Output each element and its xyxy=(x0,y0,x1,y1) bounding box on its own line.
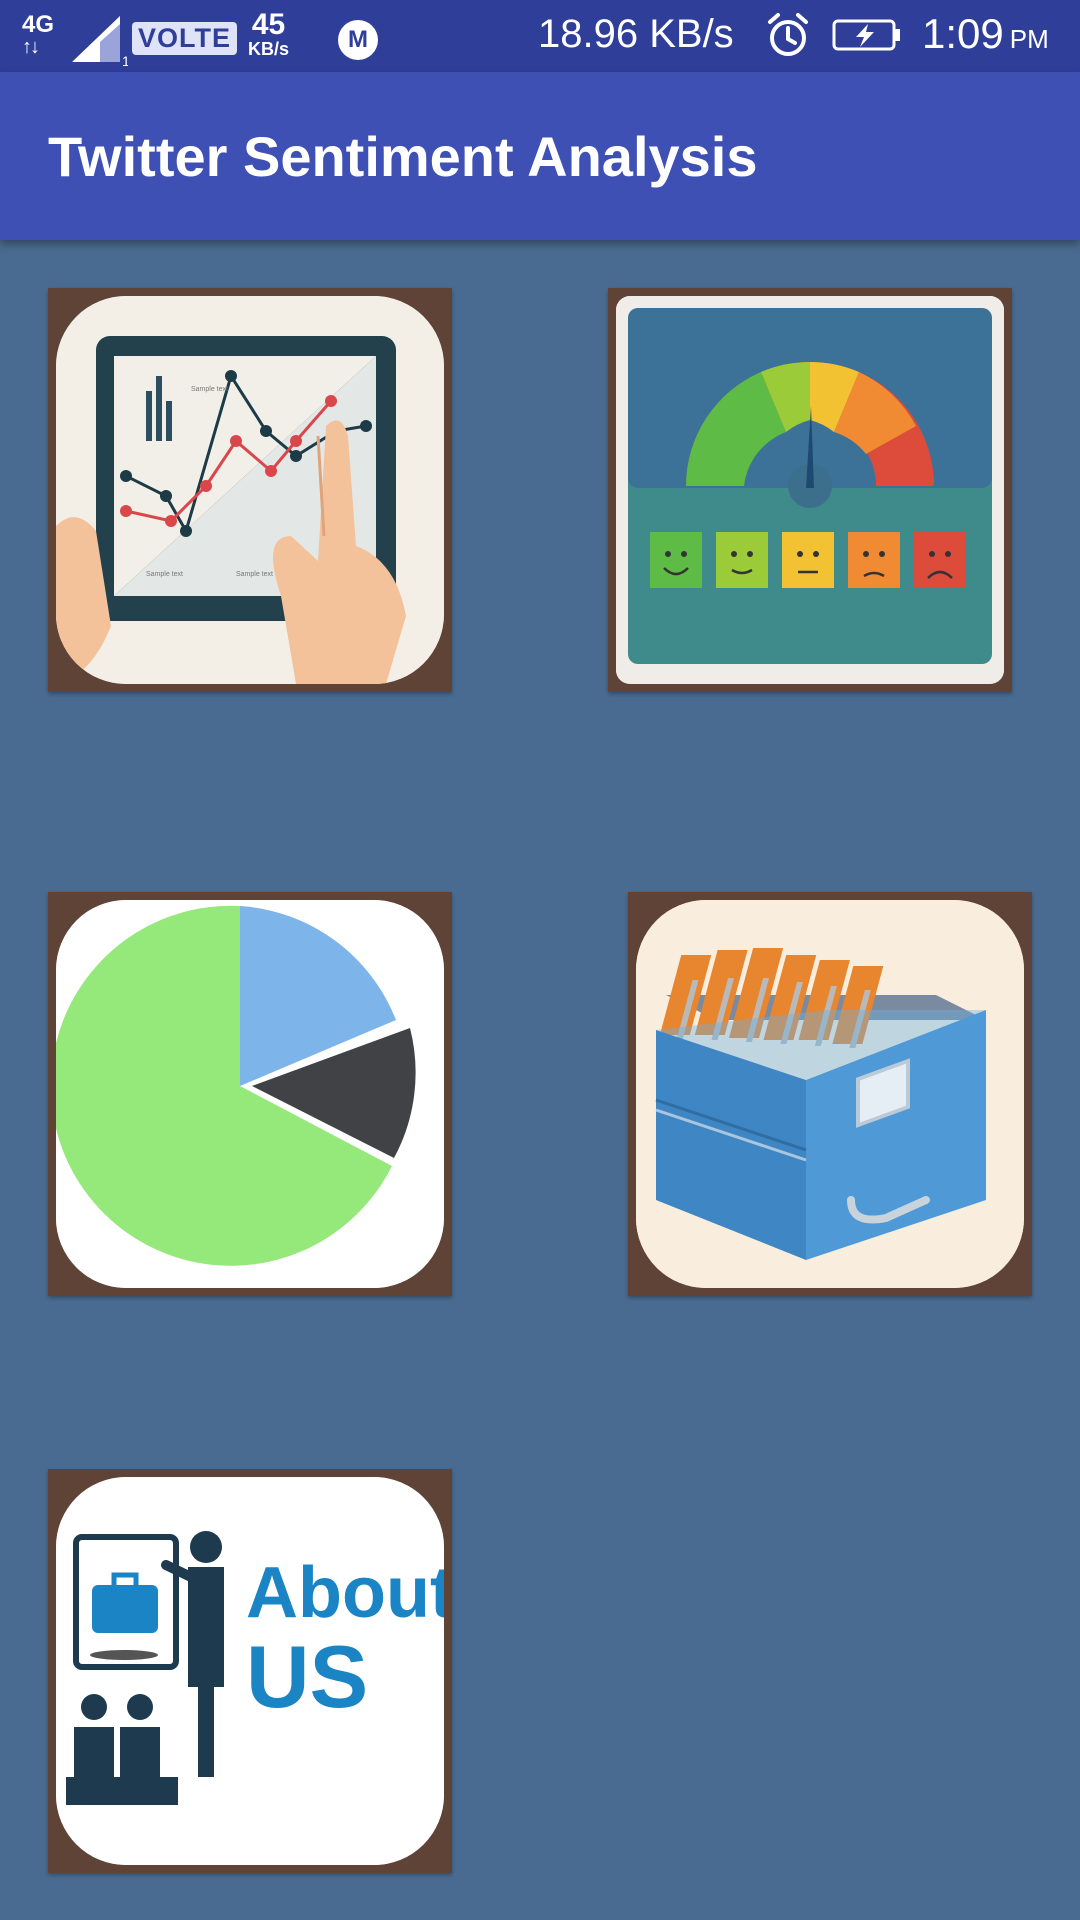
sentiment-gauge-icon xyxy=(616,296,1004,684)
file-cabinet-icon xyxy=(636,900,1024,1288)
tile-frame xyxy=(636,900,1024,1288)
notification-m-icon: M xyxy=(338,20,378,60)
battery-charging-icon xyxy=(832,19,900,51)
pie-chart-icon xyxy=(56,900,444,1288)
status-bar: 4G ↑↓ 1 VOLTE 45 KB/s M 18.96 KB/s 1:09 P… xyxy=(0,0,1080,72)
tile-frame xyxy=(56,900,444,1288)
tile-frame: Sample text Sample text Sample text xyxy=(56,296,444,684)
tile-records-button[interactable] xyxy=(628,892,1032,1296)
clock: 1:09 PM xyxy=(922,10,1049,57)
network-type-icon: 4G ↑↓ xyxy=(22,11,55,59)
svg-text:1: 1 xyxy=(122,53,128,68)
about-label-line2: US xyxy=(246,1627,368,1726)
app-title: Twitter Sentiment Analysis xyxy=(48,125,758,188)
tile-frame: About US xyxy=(56,1477,444,1865)
transfer-rate: 18.96 KB/s xyxy=(538,12,734,56)
tablet-chart-icon: Sample text Sample text Sample text xyxy=(56,296,444,684)
app-bar: Twitter Sentiment Analysis xyxy=(0,72,1080,240)
tile-about-us-button[interactable]: About US xyxy=(48,1469,452,1873)
tile-analytics-button[interactable]: Sample text Sample text Sample text xyxy=(48,288,452,692)
volte-badge: VOLTE xyxy=(132,22,238,55)
sample-text-3: Sample text xyxy=(236,571,273,578)
about-label-line1: About xyxy=(246,1553,444,1633)
alarm-icon xyxy=(768,13,808,56)
about-us-icon: About US xyxy=(56,1477,444,1865)
data-speed-indicator: 45 KB/s xyxy=(248,8,290,59)
tile-pie-chart-button[interactable] xyxy=(48,892,452,1296)
signal-strength-icon: 1 xyxy=(72,16,128,68)
sample-text-1: Sample text xyxy=(191,386,228,393)
tile-frame xyxy=(616,296,1004,684)
sample-text-2: Sample text xyxy=(146,571,183,578)
tile-sentiment-button[interactable] xyxy=(608,288,1012,692)
